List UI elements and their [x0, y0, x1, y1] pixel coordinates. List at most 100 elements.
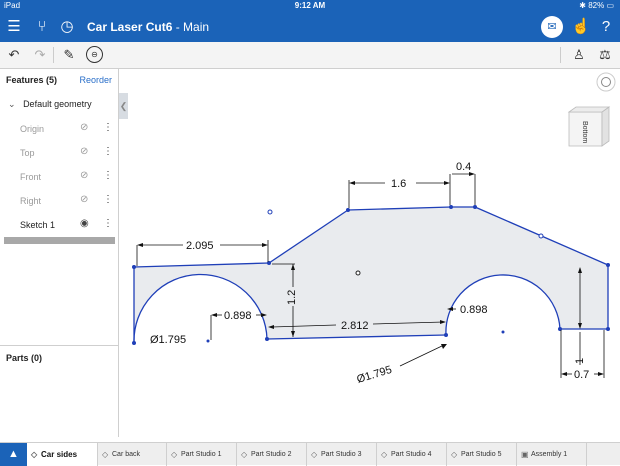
undo-icon[interactable]: ↶ [5, 46, 23, 64]
tab-assembly-1[interactable]: ▣ Assembly 1 [517, 443, 587, 466]
default-geometry-group[interactable]: ⌄ Default geometry [8, 99, 92, 110]
sketch-canvas[interactable]: 2.095 1.6 0.4 1.2 0.898 2.812 0.898 Ø1.7… [120, 69, 620, 437]
tab-part-studio-4[interactable]: ◇ Part Studio 4 [377, 443, 447, 466]
part-studio-icon: ◇ [171, 450, 178, 459]
sketch-point[interactable] [606, 327, 610, 331]
more-icon[interactable]: ⋮ [103, 146, 113, 157]
sketch-point[interactable] [558, 327, 562, 331]
assembly-icon: ▣ [521, 450, 529, 459]
sketch-origin-point[interactable] [355, 270, 361, 276]
dimension-0898-right[interactable]: 0.898 [460, 304, 488, 316]
panel-scrollbar[interactable] [4, 237, 115, 244]
history-icon[interactable]: ◷ [57, 17, 77, 37]
toolbar: ↶ ↷ ✎ ⊖ ♙ ⚖ [0, 42, 620, 69]
menu-icon[interactable]: ☰ [4, 17, 24, 37]
part-studio-icon: ◇ [102, 450, 109, 459]
tab-label: Part Studio 5 [461, 451, 502, 458]
eye-hidden-icon[interactable]: ⊘ [80, 170, 88, 181]
sketch-point[interactable] [265, 337, 269, 341]
sketch-point[interactable] [132, 341, 136, 345]
help-icon[interactable]: ? [596, 17, 616, 37]
construction-point[interactable] [538, 233, 544, 239]
tab-part-studio-3[interactable]: ◇ Part Studio 3 [307, 443, 377, 466]
tab-label: Car sides [41, 450, 78, 459]
feature-label: Top [20, 148, 35, 158]
dimension-1-6[interactable]: 1.6 [391, 178, 406, 190]
toolbar-divider [560, 47, 561, 63]
view-cube[interactable]: Bottom [567, 106, 611, 147]
tab-car-sides[interactable]: ◇ Car sides [27, 443, 98, 466]
branch-icon[interactable]: ⑂ [32, 17, 52, 37]
part-studio-icon: ◇ [241, 450, 248, 459]
feature-item-front[interactable]: Front ⊘ ⋮ [0, 166, 119, 190]
dimension-diameter-right[interactable]: Ø1.795 [355, 364, 393, 386]
tab-part-studio-5[interactable]: ◇ Part Studio 5 [447, 443, 517, 466]
dimension-0-4[interactable]: 0.4 [456, 161, 471, 173]
sketch-point[interactable] [132, 265, 136, 269]
construction-point[interactable] [267, 209, 273, 215]
tab-label: Assembly 1 [531, 451, 568, 458]
features-header: Features (5) [6, 75, 58, 85]
dimension-2095[interactable]: 2.095 [186, 240, 214, 252]
eye-hidden-icon[interactable]: ⊘ [80, 122, 88, 133]
parts-header: Parts (0) [6, 353, 43, 363]
feature-item-right[interactable]: Right ⊘ ⋮ [0, 190, 119, 214]
sketch-point[interactable] [449, 205, 453, 209]
pointer-mode-icon[interactable]: ☝ [571, 17, 591, 37]
redo-icon[interactable]: ↷ [31, 46, 49, 64]
tab-label: Car back [112, 451, 141, 458]
dimension-1-2[interactable]: 1.2 [286, 290, 298, 305]
measure-icon[interactable]: ⚖ [596, 46, 614, 64]
feature-label: Front [20, 172, 42, 182]
sketch-pencil-icon[interactable]: ✎ [60, 46, 78, 64]
tab-part-studio-2[interactable]: ◇ Part Studio 2 [237, 443, 307, 466]
sketch-point[interactable] [606, 263, 610, 267]
chat-icon[interactable]: ✉ [541, 16, 563, 38]
sketch-point[interactable] [444, 333, 448, 337]
dimension-diameter-left[interactable]: Ø1.795 [150, 334, 186, 346]
feature-item-top[interactable]: Top ⊘ ⋮ [0, 142, 119, 166]
eye-icon[interactable]: ◉ [80, 218, 89, 229]
part-studio-icon: ◇ [31, 450, 38, 459]
sphere-view-icon[interactable]: ⊖ [86, 46, 103, 63]
dimension-0898-left[interactable]: 0.898 [224, 310, 252, 322]
view-rotate-control[interactable] [596, 72, 616, 92]
feature-item-sketch-1[interactable]: Sketch 1 ◉ ⋮ [0, 214, 119, 238]
bluetooth-icon: ✱ [579, 1, 586, 10]
sketch-point[interactable] [473, 205, 477, 209]
more-icon[interactable]: ⋮ [103, 122, 113, 133]
part-studio-icon: ◇ [381, 450, 388, 459]
branch-name: - Main [175, 20, 210, 34]
tab-label: Part Studio 1 [181, 451, 222, 458]
feature-item-origin[interactable]: Origin ⊘ ⋮ [0, 118, 119, 142]
group-label: Default geometry [23, 99, 92, 109]
more-icon[interactable]: ⋮ [103, 170, 113, 181]
chevron-up-icon[interactable]: ▲ [0, 443, 27, 466]
eye-hidden-icon[interactable]: ⊘ [80, 146, 88, 157]
part-studio-icon: ◇ [311, 450, 318, 459]
app-header: ☰ ⑂ ◷ Car Laser Cut6 - Main ✉ ☝ ? [0, 12, 620, 42]
dimension-2812[interactable]: 2.812 [341, 320, 369, 332]
tab-label: Part Studio 2 [251, 451, 292, 458]
more-icon[interactable]: ⋮ [103, 218, 113, 229]
sketch-point[interactable] [346, 208, 350, 212]
status-bar: iPad 9:12 AM ✱ 82% ▭ [0, 0, 620, 12]
arc-center-point[interactable] [501, 330, 505, 334]
dimension-1[interactable]: 1 [574, 358, 586, 364]
arc-center-point[interactable] [206, 339, 210, 343]
more-icon[interactable]: ⋮ [103, 194, 113, 205]
reorder-button[interactable]: Reorder [79, 75, 112, 85]
graphics-area[interactable]: 2.095 1.6 0.4 1.2 0.898 2.812 0.898 Ø1.7… [120, 69, 620, 437]
dimension-0-7[interactable]: 0.7 [574, 369, 589, 381]
tab-car-back[interactable]: ◇ Car back [98, 443, 167, 466]
feature-label: Origin [20, 124, 45, 134]
feature-label: Sketch 1 [20, 220, 56, 230]
eye-hidden-icon[interactable]: ⊘ [80, 194, 88, 205]
tab-label: Part Studio 4 [391, 451, 432, 458]
tab-part-studio-1[interactable]: ◇ Part Studio 1 [167, 443, 237, 466]
document-name: Car Laser Cut6 [87, 20, 173, 34]
feature-label: Right [20, 196, 42, 206]
appearance-icon[interactable]: ♙ [570, 46, 588, 64]
clock: 9:12 AM [294, 1, 326, 10]
battery-percent: 82% [588, 1, 605, 10]
